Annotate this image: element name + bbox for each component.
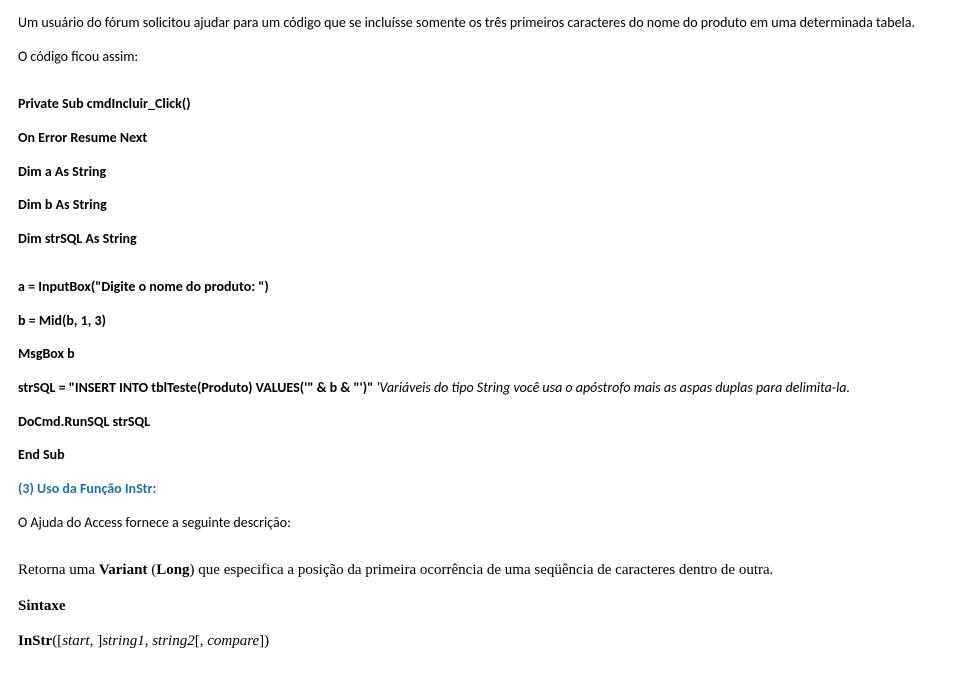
code-line-dim-a: Dim a As String — [18, 161, 942, 183]
code-line-runsql: DoCmd.RunSQL strSQL — [18, 411, 942, 433]
code-comment: 'Variáveis do tipo String você usa o apó… — [376, 379, 850, 396]
syn-p8: [, — [195, 633, 208, 649]
help-intro: O Ajuda do Access fornece a seguinte des… — [18, 512, 942, 534]
syn-p10: ]) — [259, 633, 269, 649]
intro-paragraph: Um usuário do fórum solicitou ajudar par… — [18, 12, 942, 34]
section-heading: (3) Uso da Função InStr: — [18, 478, 942, 500]
code-line-inputbox: a = InputBox("Digite o nome do produto: … — [18, 276, 942, 298]
return-description: Retorna uma Variant (Long) que especific… — [18, 559, 942, 582]
code-line-sub: Private Sub cmdIncluir_Click() — [18, 93, 942, 115]
rd-part1: Retorna uma — [18, 562, 99, 578]
syntax-label: Sintaxe — [18, 595, 942, 618]
syn-string1: string1 — [102, 633, 145, 649]
syntax-line: InStr([start, ]string1, string2[, compar… — [18, 630, 942, 653]
syn-compare: compare — [207, 633, 259, 649]
syn-string2: string2 — [152, 633, 195, 649]
syn-p2: ([ — [52, 633, 62, 649]
syn-p4: , ] — [90, 633, 103, 649]
code-line-dim-b: Dim b As String — [18, 194, 942, 216]
code-line-mid: b = Mid(b, 1, 3) — [18, 310, 942, 332]
rd-part3: ( — [147, 562, 156, 578]
rd-long: Long — [156, 562, 189, 578]
syn-start: start — [62, 633, 90, 649]
lead-in: O código ficou assim: — [18, 46, 942, 68]
code-insert-text: strSQL = "INSERT INTO tblTeste(Produto) … — [18, 379, 376, 396]
code-line-insert: strSQL = "INSERT INTO tblTeste(Produto) … — [18, 377, 942, 399]
code-line-endsub: End Sub — [18, 444, 942, 466]
code-line-onerror: On Error Resume Next — [18, 127, 942, 149]
syn-instr: InStr — [18, 633, 52, 649]
rd-variant: Variant — [99, 562, 148, 578]
rd-part5: ) que especifica a posição da primeira o… — [190, 562, 774, 578]
code-line-dim-strsql: Dim strSQL As String — [18, 228, 942, 250]
code-line-msgbox: MsgBox b — [18, 343, 942, 365]
